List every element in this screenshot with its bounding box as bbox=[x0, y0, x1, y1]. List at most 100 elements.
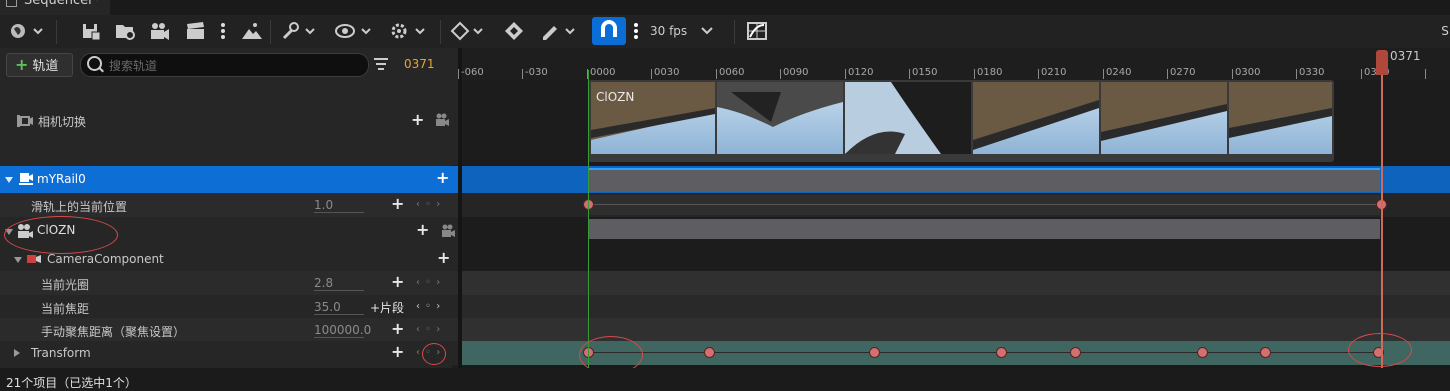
add-to-camera-button[interactable]: + bbox=[416, 220, 429, 239]
snap-options-button[interactable] bbox=[630, 20, 642, 42]
grid-icon bbox=[747, 22, 767, 40]
chevron-down-icon bbox=[701, 27, 713, 35]
current-frame-field[interactable]: 0371 bbox=[404, 57, 435, 71]
sequencer-tab-icon bbox=[6, 0, 17, 7]
ruler-tick bbox=[1167, 69, 1168, 79]
rail-position-label: 滑轨上的当前位置 bbox=[31, 200, 128, 214]
keyframe-marker[interactable] bbox=[1260, 347, 1271, 358]
auto-key-button[interactable] bbox=[504, 20, 526, 42]
fps-value: 30 fps bbox=[650, 24, 688, 38]
focal-length-track[interactable]: 当前焦距 35.0 +片段 ‹ ◦ › bbox=[0, 295, 458, 318]
world-settings-button[interactable] bbox=[240, 20, 264, 42]
rail-position-section[interactable] bbox=[589, 195, 1380, 215]
keyframe-marker[interactable] bbox=[869, 347, 880, 358]
camera-icon[interactable] bbox=[434, 112, 450, 128]
playback-options-dropdown[interactable] bbox=[388, 20, 428, 42]
add-key-button[interactable]: + bbox=[391, 194, 404, 213]
add-to-rail-button[interactable]: + bbox=[436, 168, 449, 187]
rail-actor-icon bbox=[19, 173, 33, 185]
camera-component-icon bbox=[27, 255, 41, 263]
camera-icon[interactable] bbox=[440, 223, 456, 239]
curve-editor-button[interactable] bbox=[746, 20, 770, 42]
save-as-button[interactable] bbox=[114, 20, 138, 42]
collapse-arrow-icon[interactable] bbox=[13, 255, 23, 265]
camera-cuts-track[interactable]: 相机切换 + bbox=[0, 80, 458, 165]
camera-actor-section[interactable] bbox=[589, 219, 1380, 239]
focus-distance-value[interactable]: 100000.0 bbox=[314, 323, 371, 338]
key-navigation-icon[interactable]: ‹ ◦ › bbox=[416, 301, 441, 312]
search-icon bbox=[87, 56, 102, 71]
key-dropdown[interactable] bbox=[450, 20, 488, 42]
gear-icon bbox=[391, 23, 425, 39]
aperture-value[interactable]: 2.8 bbox=[314, 276, 364, 291]
transform-track[interactable]: Transform + ‹ ◦ › bbox=[0, 341, 458, 365]
thumbnail-strip bbox=[591, 82, 1332, 154]
focal-length-lane bbox=[462, 295, 1450, 318]
add-section-button[interactable]: +片段 bbox=[370, 299, 404, 316]
edit-dropdown[interactable] bbox=[540, 20, 578, 42]
clapboard-icon bbox=[187, 22, 204, 39]
add-key-button[interactable]: + bbox=[391, 342, 404, 361]
expand-arrow-icon[interactable] bbox=[12, 348, 22, 358]
key-navigation-icon[interactable]: ‹ ◦ › bbox=[416, 199, 441, 210]
playhead-frame-label: 0371 bbox=[1390, 49, 1421, 63]
ruler-tick bbox=[651, 69, 652, 79]
fps-dropdown[interactable]: 30 fps bbox=[650, 20, 720, 42]
keyframe-marker[interactable] bbox=[996, 347, 1007, 358]
more-icon bbox=[634, 23, 638, 39]
add-key-button[interactable]: + bbox=[391, 272, 404, 291]
sequencer-tab[interactable]: Sequencer* bbox=[0, 0, 110, 15]
camera-cuts-icon bbox=[17, 115, 33, 127]
world-button[interactable] bbox=[8, 20, 48, 42]
view-dropdown[interactable] bbox=[334, 20, 374, 42]
ruler-tick bbox=[1038, 69, 1039, 79]
keyframe-marker[interactable] bbox=[704, 347, 715, 358]
toolbar-separator bbox=[734, 20, 735, 44]
annotation-oval bbox=[4, 216, 118, 254]
keyframe-marker[interactable] bbox=[1197, 347, 1208, 358]
snap-toggle-button[interactable] bbox=[592, 17, 626, 45]
aperture-lane bbox=[462, 271, 1450, 295]
pencil-icon bbox=[543, 26, 575, 40]
focal-length-label: 当前焦距 bbox=[41, 302, 90, 316]
add-key-button[interactable]: + bbox=[391, 319, 404, 338]
fill-key-icon bbox=[505, 22, 523, 40]
ruler-tick bbox=[1425, 69, 1426, 79]
save-button[interactable] bbox=[80, 20, 102, 42]
track-search bbox=[80, 53, 369, 77]
camera-button[interactable] bbox=[148, 20, 172, 42]
render-button[interactable] bbox=[184, 20, 208, 42]
key-navigation-icon[interactable]: ‹ ◦ › bbox=[416, 324, 441, 335]
status-text: 21个项目（已选中1个） bbox=[6, 376, 137, 390]
rail-position-track[interactable]: 滑轨上的当前位置 1.0 + ‹ ◦ › bbox=[0, 193, 458, 217]
rail-position-value[interactable]: 1.0 bbox=[314, 198, 364, 213]
focal-length-value[interactable]: 35.0 bbox=[314, 300, 364, 315]
keyframe-marker[interactable] bbox=[1070, 347, 1081, 358]
playhead-handle[interactable] bbox=[1376, 50, 1388, 75]
wrench-icon bbox=[282, 22, 315, 40]
rail-section[interactable] bbox=[589, 168, 1380, 192]
aperture-label: 当前光圈 bbox=[41, 278, 90, 292]
more-options-button[interactable] bbox=[216, 20, 230, 42]
ruler-tick-label: 0120 bbox=[848, 67, 874, 78]
ruler-tick-label: 0060 bbox=[719, 67, 745, 78]
key-navigation-icon[interactable]: ‹ ◦ › bbox=[416, 277, 441, 288]
add-to-component-button[interactable]: + bbox=[437, 248, 450, 267]
add-track-button[interactable]: + 轨道 bbox=[6, 53, 73, 77]
rail-track[interactable]: mYRail0 + bbox=[0, 166, 458, 193]
ruler-tick bbox=[1361, 69, 1362, 79]
aperture-track[interactable]: 当前光圈 2.8 + ‹ ◦ › bbox=[0, 271, 458, 295]
ruler-tick-label: -060 bbox=[461, 67, 484, 78]
add-camera-cut-button[interactable]: + bbox=[411, 110, 424, 129]
camera-thumbnails bbox=[591, 82, 1332, 154]
tools-dropdown[interactable] bbox=[280, 20, 318, 42]
ruler-tick bbox=[458, 69, 459, 79]
filter-button[interactable] bbox=[374, 56, 388, 72]
focus-distance-track[interactable]: 手动聚焦距离（聚焦设置） 100000.0 + ‹ ◦ › bbox=[0, 318, 458, 341]
search-input[interactable] bbox=[107, 56, 361, 76]
snap-magnet-icon bbox=[601, 20, 617, 37]
collapse-arrow-icon[interactable] bbox=[4, 175, 14, 185]
annotation-oval bbox=[1348, 333, 1412, 367]
ruler-tick bbox=[522, 69, 523, 79]
ruler-tick bbox=[974, 69, 975, 79]
